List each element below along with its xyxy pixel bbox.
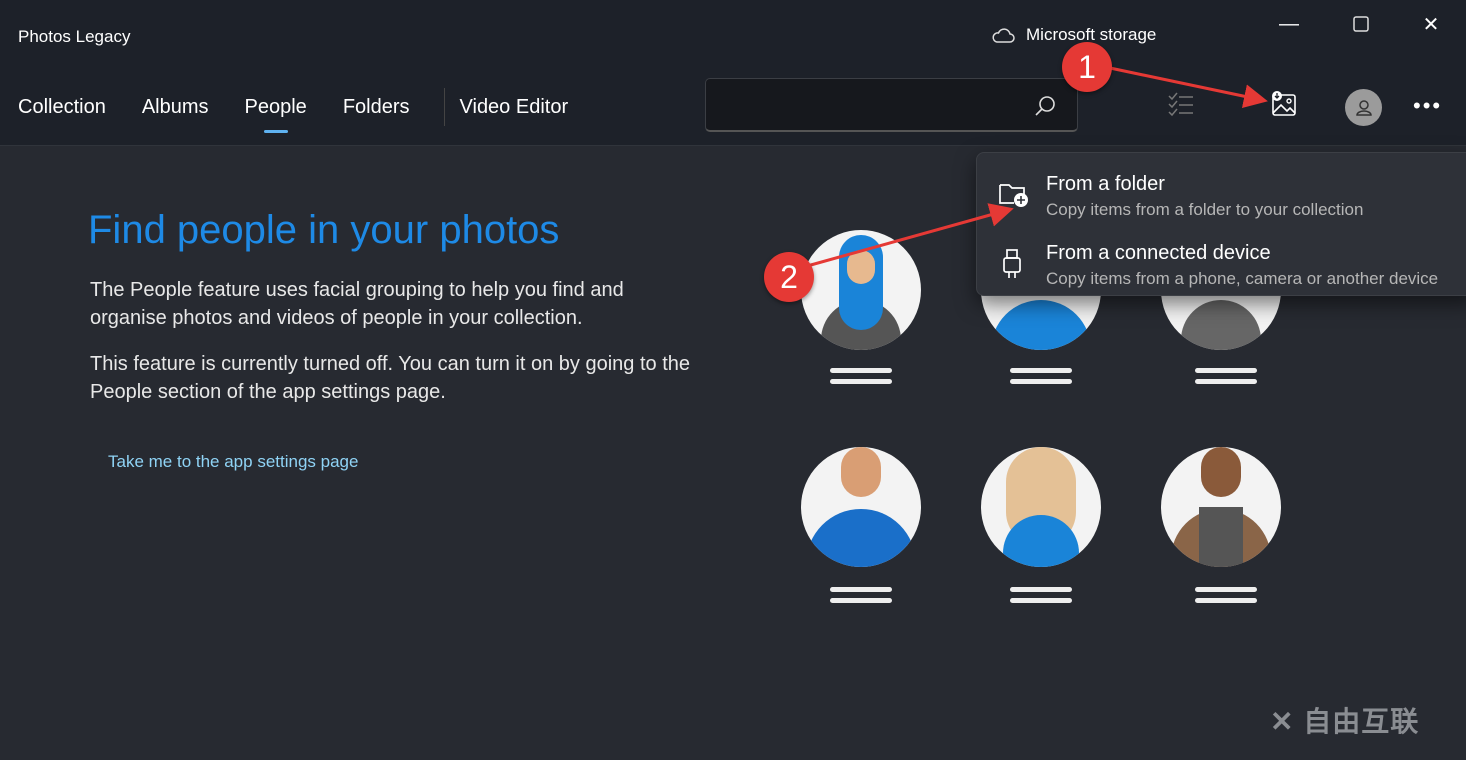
step-badge-1: 1 — [1062, 42, 1112, 92]
step-badge-2: 2 — [764, 252, 814, 302]
annotation-arrows — [799, 66, 1268, 270]
watermark-logo: ✕ 自由互联 — [1270, 706, 1420, 737]
